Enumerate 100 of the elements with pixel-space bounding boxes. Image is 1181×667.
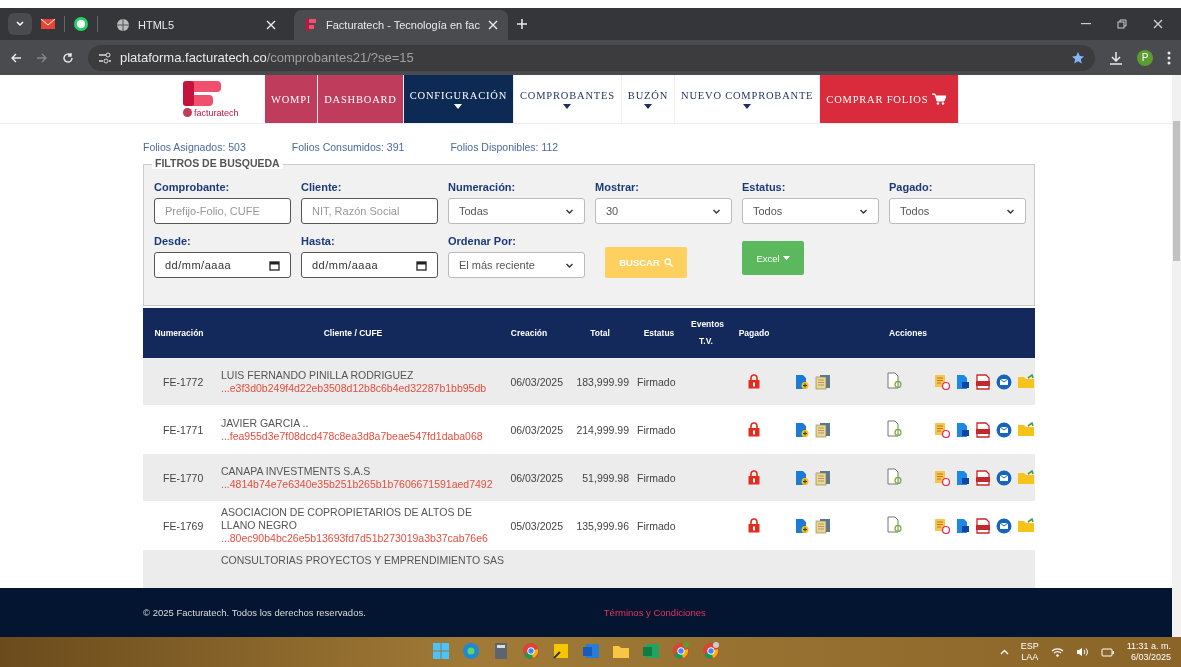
envelope-icon[interactable] — [996, 373, 1012, 390]
folder-icon[interactable] — [1018, 421, 1035, 437]
clock[interactable]: 11:31 a. m. 6/03/2025 — [1126, 641, 1171, 663]
table-cell-text: Firmado — [636, 519, 677, 532]
new-tab-icon[interactable] — [515, 18, 528, 30]
envelope-icon[interactable] — [996, 469, 1012, 486]
envelope-icon[interactable] — [996, 421, 1012, 438]
address-bar[interactable]: plataforma.facturatech.co/comprobantes21/?se=15 — [88, 44, 1095, 71]
pdf-icon[interactable] — [976, 469, 990, 486]
nav-menu-item[interactable]: DASHBOARD — [318, 75, 404, 123]
document-icon[interactable] — [956, 517, 970, 534]
padlock-icon[interactable] — [748, 374, 760, 389]
folio-count: Folios Disponibles: 112 — [450, 141, 559, 153]
documents-icon[interactable] — [815, 421, 831, 438]
dropdown-select[interactable]: Todas — [448, 198, 585, 224]
chevron-up-icon[interactable] — [999, 649, 1009, 655]
document-clock-icon[interactable] — [934, 421, 950, 438]
pdf-icon[interactable] — [976, 421, 990, 438]
table-cell-text: 183,999.99 — [575, 375, 630, 388]
star-icon[interactable] — [1071, 50, 1085, 65]
forward-icon[interactable] — [36, 51, 48, 64]
document-clock-icon[interactable] — [934, 373, 950, 390]
document-refresh-icon[interactable] — [887, 420, 902, 437]
dropdown-select[interactable]: Todos — [742, 198, 879, 224]
cufe-link[interactable]: ...80ec90b4bc26e5b13693fd7d51b273019a3b37cab76e6 — [221, 532, 491, 545]
terms-link[interactable]: Términos y Condiciones — [603, 607, 706, 618]
site-settings-icon[interactable] — [98, 51, 112, 64]
document-icon[interactable] — [956, 373, 970, 390]
date-field[interactable]: dd/mm/aaaa — [154, 252, 291, 278]
documents-icon[interactable] — [815, 373, 831, 390]
folder-icon[interactable] — [1018, 517, 1035, 533]
document-plus-icon[interactable] — [795, 517, 809, 534]
nav-menu-item[interactable]: WOMPI — [265, 75, 319, 123]
tab-list-button[interactable] — [8, 13, 32, 35]
text-field[interactable]: NIT, Razón Social — [301, 198, 438, 224]
document-plus-icon[interactable] — [795, 469, 809, 486]
minimize-icon[interactable] — [1081, 23, 1091, 25]
field-label: Pagado: — [889, 181, 934, 193]
table-cell-text: Firmado — [636, 375, 677, 388]
calculator-icon[interactable] — [492, 642, 510, 660]
folder-icon[interactable] — [1018, 469, 1035, 485]
table-cell-text: LUIS FERNANDO PINILLA RODRIGUEZ — [221, 368, 415, 382]
cufe-link[interactable]: ...fea955d3e7f08dcd478c8ea3d8a7beae547fd1daba068 — [221, 429, 491, 443]
reload-icon[interactable] — [62, 51, 74, 64]
scrollbar[interactable] — [1172, 75, 1181, 637]
language-indicator[interactable]: ESP LAA — [1020, 641, 1039, 663]
table-cell-text: CANAPA INVESTMENTS S.A.S — [221, 464, 372, 478]
more-icon[interactable] — [1167, 50, 1171, 65]
windows-start-icon[interactable] — [432, 642, 450, 660]
restore-icon[interactable] — [1117, 19, 1127, 29]
document-refresh-icon[interactable] — [887, 468, 902, 485]
document-icon[interactable] — [956, 421, 970, 438]
back-icon[interactable] — [10, 51, 22, 64]
documents-icon[interactable] — [815, 517, 831, 534]
browser-tab[interactable]: Facturatech - Tecnología en fac — [294, 10, 508, 40]
document-clock-icon[interactable] — [934, 517, 950, 534]
column-header: Creación — [509, 328, 549, 338]
document-icon[interactable] — [956, 469, 970, 486]
close-icon[interactable] — [1153, 19, 1163, 29]
date-field[interactable]: dd/mm/aaaa — [301, 252, 438, 278]
padlock-icon[interactable] — [748, 518, 760, 533]
document-clock-icon[interactable] — [934, 469, 950, 486]
table-cell-text: 214,999.99 — [575, 423, 630, 436]
dropdown-select[interactable]: Todos — [889, 198, 1026, 224]
chat-icon[interactable] — [73, 16, 89, 32]
caret-icon — [782, 255, 790, 261]
chrome-icon[interactable] — [522, 642, 540, 660]
text-field[interactable]: Prefijo-Folio, CUFE — [154, 198, 291, 224]
chrome-icon[interactable] — [672, 642, 690, 660]
dropdown-select[interactable]: El más reciente — [448, 252, 585, 278]
table-cell-text: 06/03/2025 — [509, 375, 564, 388]
nav-menu-item[interactable]: COMPRAR FOLIOS — [820, 75, 960, 123]
field-label: Ordenar Por: — [448, 235, 517, 247]
dropdown-select[interactable]: 30 — [595, 198, 732, 224]
pdf-icon[interactable] — [976, 517, 990, 534]
speaker-icon[interactable] — [1075, 647, 1089, 657]
envelope-icon[interactable] — [40, 17, 56, 31]
logo-text: facturatech — [194, 107, 239, 118]
sticky-note-icon[interactable] — [552, 642, 570, 660]
close-icon[interactable] — [266, 20, 276, 30]
wifi-icon[interactable] — [1050, 647, 1064, 657]
download-icon[interactable] — [1109, 50, 1123, 65]
chevron-down-icon[interactable] — [15, 19, 25, 29]
padlock-icon[interactable] — [748, 470, 760, 485]
documents-icon[interactable] — [815, 469, 831, 486]
nav-menu-item[interactable]: CONFIGURACIÓN — [403, 75, 515, 123]
document-refresh-icon[interactable] — [887, 516, 902, 533]
field-label: Estatus: — [742, 181, 787, 193]
browser-tab[interactable]: HTML5 — [106, 10, 286, 40]
chrome-icon[interactable] — [702, 642, 720, 660]
pdf-icon[interactable] — [976, 373, 990, 390]
field-label: Numeración: — [448, 181, 517, 193]
folder-icon[interactable] — [1018, 373, 1035, 389]
padlock-icon[interactable] — [748, 422, 760, 437]
envelope-icon[interactable] — [996, 517, 1012, 534]
document-plus-icon[interactable] — [795, 373, 809, 390]
close-icon[interactable] — [487, 20, 498, 30]
battery-icon[interactable] — [1100, 647, 1115, 657]
document-plus-icon[interactable] — [795, 421, 809, 438]
document-refresh-icon[interactable] — [887, 372, 902, 389]
